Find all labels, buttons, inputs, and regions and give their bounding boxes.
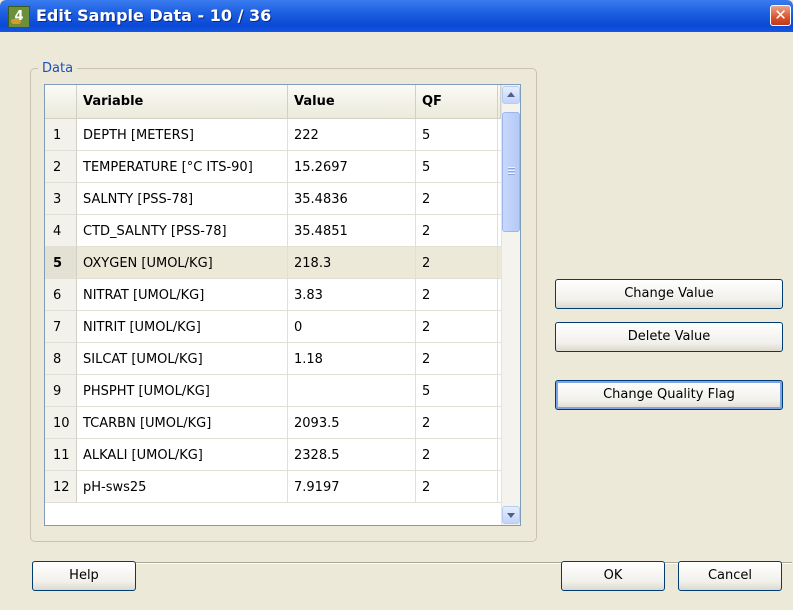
value-cell[interactable]: 15.2697 [288, 151, 416, 183]
variable-cell[interactable]: PHSPHT [UMOL/KG] [77, 375, 288, 407]
row-number[interactable]: 9 [45, 375, 77, 407]
change-quality-flag-button[interactable]: Change Quality Flag [555, 380, 783, 410]
row-number[interactable]: 8 [45, 343, 77, 375]
table-row[interactable]: 3 SALNTY [PSS-78] 35.4836 2 [45, 183, 505, 215]
row-number[interactable]: 7 [45, 311, 77, 343]
table-row[interactable]: 2 TEMPERATURE [°C ITS-90] 15.2697 5 [45, 151, 505, 183]
dialog-body: Data Variable Value QF 1 DEPTH [METERS] 22… [0, 32, 793, 610]
table-row[interactable]: 1 DEPTH [METERS] 222 5 [45, 119, 505, 151]
value-cell[interactable]: 7.9197 [288, 471, 416, 503]
qf-cell[interactable]: 2 [416, 471, 498, 503]
table-row[interactable]: 6 NITRAT [UMOL/KG] 3.83 2 [45, 279, 505, 311]
table-row[interactable]: 8 SILCAT [UMOL/KG] 1.18 2 [45, 343, 505, 375]
row-number[interactable]: 6 [45, 279, 77, 311]
row-number[interactable]: 3 [45, 183, 77, 215]
variable-cell[interactable]: DEPTH [METERS] [77, 119, 288, 151]
table-rows: 1 DEPTH [METERS] 222 5 2 TEMPERATURE [°C ITS-… [45, 119, 505, 503]
qf-cell[interactable]: 2 [416, 279, 498, 311]
variable-cell[interactable]: SALNTY [PSS-78] [77, 183, 288, 215]
variable-cell[interactable]: TCARBN [UMOL/KG] [77, 407, 288, 439]
qf-cell[interactable]: 5 [416, 375, 498, 407]
value-cell[interactable]: 218.3 [288, 247, 416, 279]
qf-cell[interactable]: 5 [416, 119, 498, 151]
qf-cell[interactable]: 5 [416, 151, 498, 183]
table-row[interactable]: 4 CTD_SALNTY [PSS-78] 35.4851 2 [45, 215, 505, 247]
window-title: Edit Sample Data - 10 / 36 [36, 6, 272, 25]
cancel-button[interactable]: Cancel [678, 561, 782, 591]
group-label: Data [38, 61, 78, 76]
scroll-thumb[interactable] [502, 112, 520, 232]
delete-value-button[interactable]: Delete Value [555, 322, 783, 352]
qf-cell[interactable]: 2 [416, 439, 498, 471]
variable-cell[interactable]: NITRIT [UMOL/KG] [77, 311, 288, 343]
table-row[interactable]: 12 pH-sws25 7.9197 2 [45, 471, 505, 503]
table-row[interactable]: 11 ALKALI [UMOL/KG] 2328.5 2 [45, 439, 505, 471]
variable-cell[interactable]: TEMPERATURE [°C ITS-90] [77, 151, 288, 183]
variable-cell[interactable]: CTD_SALNTY [PSS-78] [77, 215, 288, 247]
qf-cell[interactable]: 2 [416, 247, 498, 279]
value-cell[interactable]: 1.18 [288, 343, 416, 375]
column-header-value[interactable]: Value [288, 85, 416, 119]
scroll-down-arrow-icon[interactable] [502, 506, 520, 524]
row-number[interactable]: 12 [45, 471, 77, 503]
value-cell[interactable]: 3.83 [288, 279, 416, 311]
table-row[interactable]: 5 OXYGEN [UMOL/KG] 218.3 2 [45, 247, 505, 279]
change-value-button[interactable]: Change Value [555, 279, 783, 309]
title-bar[interactable]: 4 Edit Sample Data - 10 / 36 ✕ [0, 0, 793, 32]
column-header-qf[interactable]: QF [416, 85, 498, 119]
value-cell[interactable]: 222 [288, 119, 416, 151]
row-number[interactable]: 10 [45, 407, 77, 439]
table-row[interactable]: 7 NITRIT [UMOL/KG] 0 2 [45, 311, 505, 343]
vertical-scrollbar[interactable] [501, 85, 520, 525]
row-number[interactable]: 4 [45, 215, 77, 247]
variable-cell[interactable]: SILCAT [UMOL/KG] [77, 343, 288, 375]
value-cell[interactable] [288, 375, 416, 407]
qf-cell[interactable]: 2 [416, 215, 498, 247]
row-number[interactable]: 11 [45, 439, 77, 471]
app-icon: 4 [8, 6, 30, 28]
variable-cell[interactable]: pH-sws25 [77, 471, 288, 503]
row-number[interactable]: 5 [45, 247, 77, 279]
row-number[interactable]: 2 [45, 151, 77, 183]
scroll-grip-icon [508, 167, 515, 176]
close-button[interactable]: ✕ [770, 5, 791, 26]
table-row[interactable]: 10 TCARBN [UMOL/KG] 2093.5 2 [45, 407, 505, 439]
scroll-up-arrow-icon[interactable] [502, 86, 520, 104]
value-cell[interactable]: 2328.5 [288, 439, 416, 471]
row-number[interactable]: 1 [45, 119, 77, 151]
qf-cell[interactable]: 2 [416, 343, 498, 375]
value-cell[interactable]: 2093.5 [288, 407, 416, 439]
data-table[interactable]: Variable Value QF 1 DEPTH [METERS] 222 5 2 TE… [44, 84, 521, 526]
qf-cell[interactable]: 2 [416, 183, 498, 215]
variable-cell[interactable]: OXYGEN [UMOL/KG] [77, 247, 288, 279]
qf-cell[interactable]: 2 [416, 311, 498, 343]
help-button[interactable]: Help [32, 561, 136, 591]
variable-cell[interactable]: NITRAT [UMOL/KG] [77, 279, 288, 311]
value-cell[interactable]: 35.4836 [288, 183, 416, 215]
value-cell[interactable]: 35.4851 [288, 215, 416, 247]
ok-button[interactable]: OK [561, 561, 665, 591]
value-cell[interactable]: 0 [288, 311, 416, 343]
variable-cell[interactable]: ALKALI [UMOL/KG] [77, 439, 288, 471]
column-header-variable[interactable]: Variable [77, 85, 288, 119]
row-number-header [45, 85, 77, 119]
qf-cell[interactable]: 2 [416, 407, 498, 439]
table-row[interactable]: 9 PHSPHT [UMOL/KG] 5 [45, 375, 505, 407]
app-icon-glyph: 4 [14, 9, 24, 24]
